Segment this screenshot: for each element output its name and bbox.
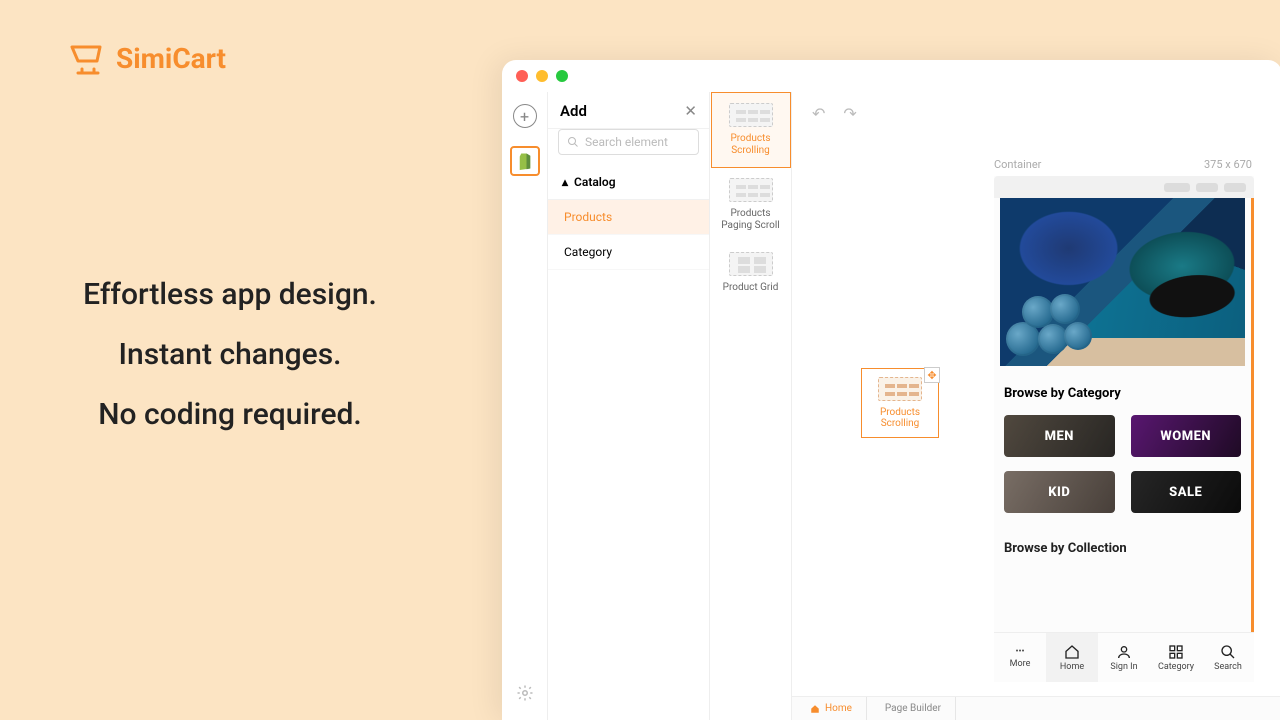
settings-icon[interactable] xyxy=(516,684,534,706)
category-kid[interactable]: KID xyxy=(1004,471,1115,513)
category-women[interactable]: WOMEN xyxy=(1131,415,1242,457)
section-browse-category: Browse by Category xyxy=(1004,386,1245,401)
nav-signin[interactable]: Sign In xyxy=(1098,633,1150,682)
element-products-scrolling[interactable]: Products Scrolling xyxy=(711,92,791,168)
breadcrumb: Home Page Builder xyxy=(792,696,1280,720)
window-minimize-icon[interactable] xyxy=(536,70,548,82)
brand-logo: SimiCart xyxy=(68,42,226,75)
more-icon: ••• xyxy=(1015,647,1024,657)
hero-image xyxy=(1000,198,1245,366)
window-zoom-icon[interactable] xyxy=(556,70,568,82)
grid-icon xyxy=(1168,644,1184,660)
thumbnail-icon xyxy=(878,377,922,401)
thumbnail-icon xyxy=(729,252,773,276)
headline-line-1: Effortless app design. xyxy=(0,265,460,325)
section-browse-collection: Browse by Collection xyxy=(1004,541,1245,556)
brand-name: SimiCart xyxy=(116,42,226,75)
element-product-grid[interactable]: Product Grid xyxy=(711,242,791,304)
user-icon xyxy=(1116,644,1132,660)
elements-list: Products Scrolling Products Paging Scrol… xyxy=(710,92,792,720)
element-label: Product Grid xyxy=(715,282,787,294)
window-close-icon[interactable] xyxy=(516,70,528,82)
marketing-headline: Effortless app design. Instant changes. … xyxy=(0,265,460,445)
element-label: Products Paging Scroll xyxy=(715,208,787,232)
search-icon xyxy=(1220,644,1236,660)
shopify-icon[interactable] xyxy=(510,146,540,176)
redo-icon[interactable]: ↷ xyxy=(843,104,856,123)
crumb-page-builder[interactable]: Page Builder xyxy=(867,697,956,720)
chevron-up-icon: ▴ xyxy=(562,175,568,189)
move-icon: ✥ xyxy=(924,367,940,383)
catalog-section-toggle[interactable]: ▴ Catalog xyxy=(548,165,709,200)
canvas-toolbar: ↶ ↷ xyxy=(812,104,857,123)
side-rail: + xyxy=(502,92,548,720)
close-icon[interactable]: ✕ xyxy=(684,102,697,120)
search-placeholder: Search element xyxy=(585,135,668,149)
window-titlebar xyxy=(502,60,1280,92)
category-sale[interactable]: SALE xyxy=(1131,471,1242,513)
canvas[interactable]: ↶ ↷ Container 375 x 670 Products Scrolli… xyxy=(792,92,1280,720)
cart-icon xyxy=(68,43,108,75)
container-size: 375 x 670 xyxy=(1204,158,1252,171)
element-products-paging-scroll[interactable]: Products Paging Scroll xyxy=(711,168,791,242)
headline-line-2: Instant changes. xyxy=(0,325,460,385)
add-element-button[interactable]: + xyxy=(513,104,537,128)
undo-icon[interactable]: ↶ xyxy=(812,104,825,123)
add-panel: Add ✕ Search element ▴ Catalog Products … xyxy=(548,92,710,720)
crumb-home[interactable]: Home xyxy=(792,697,867,720)
thumbnail-icon xyxy=(729,178,773,202)
device-bottom-nav: ••• More Home Sign In Category xyxy=(994,632,1254,682)
container-label: Container xyxy=(994,158,1041,171)
thumbnail-icon xyxy=(729,103,773,127)
element-label: Products Scrolling xyxy=(716,133,786,157)
device-preview: Browse by Category MEN WOMEN KID SALE Br… xyxy=(994,176,1254,682)
subitem-category[interactable]: Category xyxy=(548,235,709,270)
app-window: + Add ✕ Search element ▴ Catalog Product… xyxy=(502,60,1280,720)
search-icon xyxy=(567,136,579,148)
nav-home[interactable]: Home xyxy=(1046,633,1098,682)
home-icon xyxy=(1064,644,1080,660)
category-men[interactable]: MEN xyxy=(1004,415,1115,457)
subitem-products[interactable]: Products xyxy=(548,200,709,235)
home-icon xyxy=(810,704,820,714)
nav-more[interactable]: ••• More xyxy=(994,633,1046,682)
drag-ghost-label: Products Scrolling xyxy=(866,407,934,429)
catalog-label: Catalog xyxy=(574,175,616,189)
search-input[interactable]: Search element xyxy=(558,129,699,155)
headline-line-3: No coding required. xyxy=(0,385,460,445)
nav-category[interactable]: Category xyxy=(1150,633,1202,682)
add-panel-title: Add xyxy=(560,102,587,120)
drag-ghost-products-scrolling[interactable]: Products Scrolling ✥ xyxy=(861,368,939,438)
device-topbar xyxy=(994,176,1254,198)
nav-search[interactable]: Search xyxy=(1202,633,1254,682)
